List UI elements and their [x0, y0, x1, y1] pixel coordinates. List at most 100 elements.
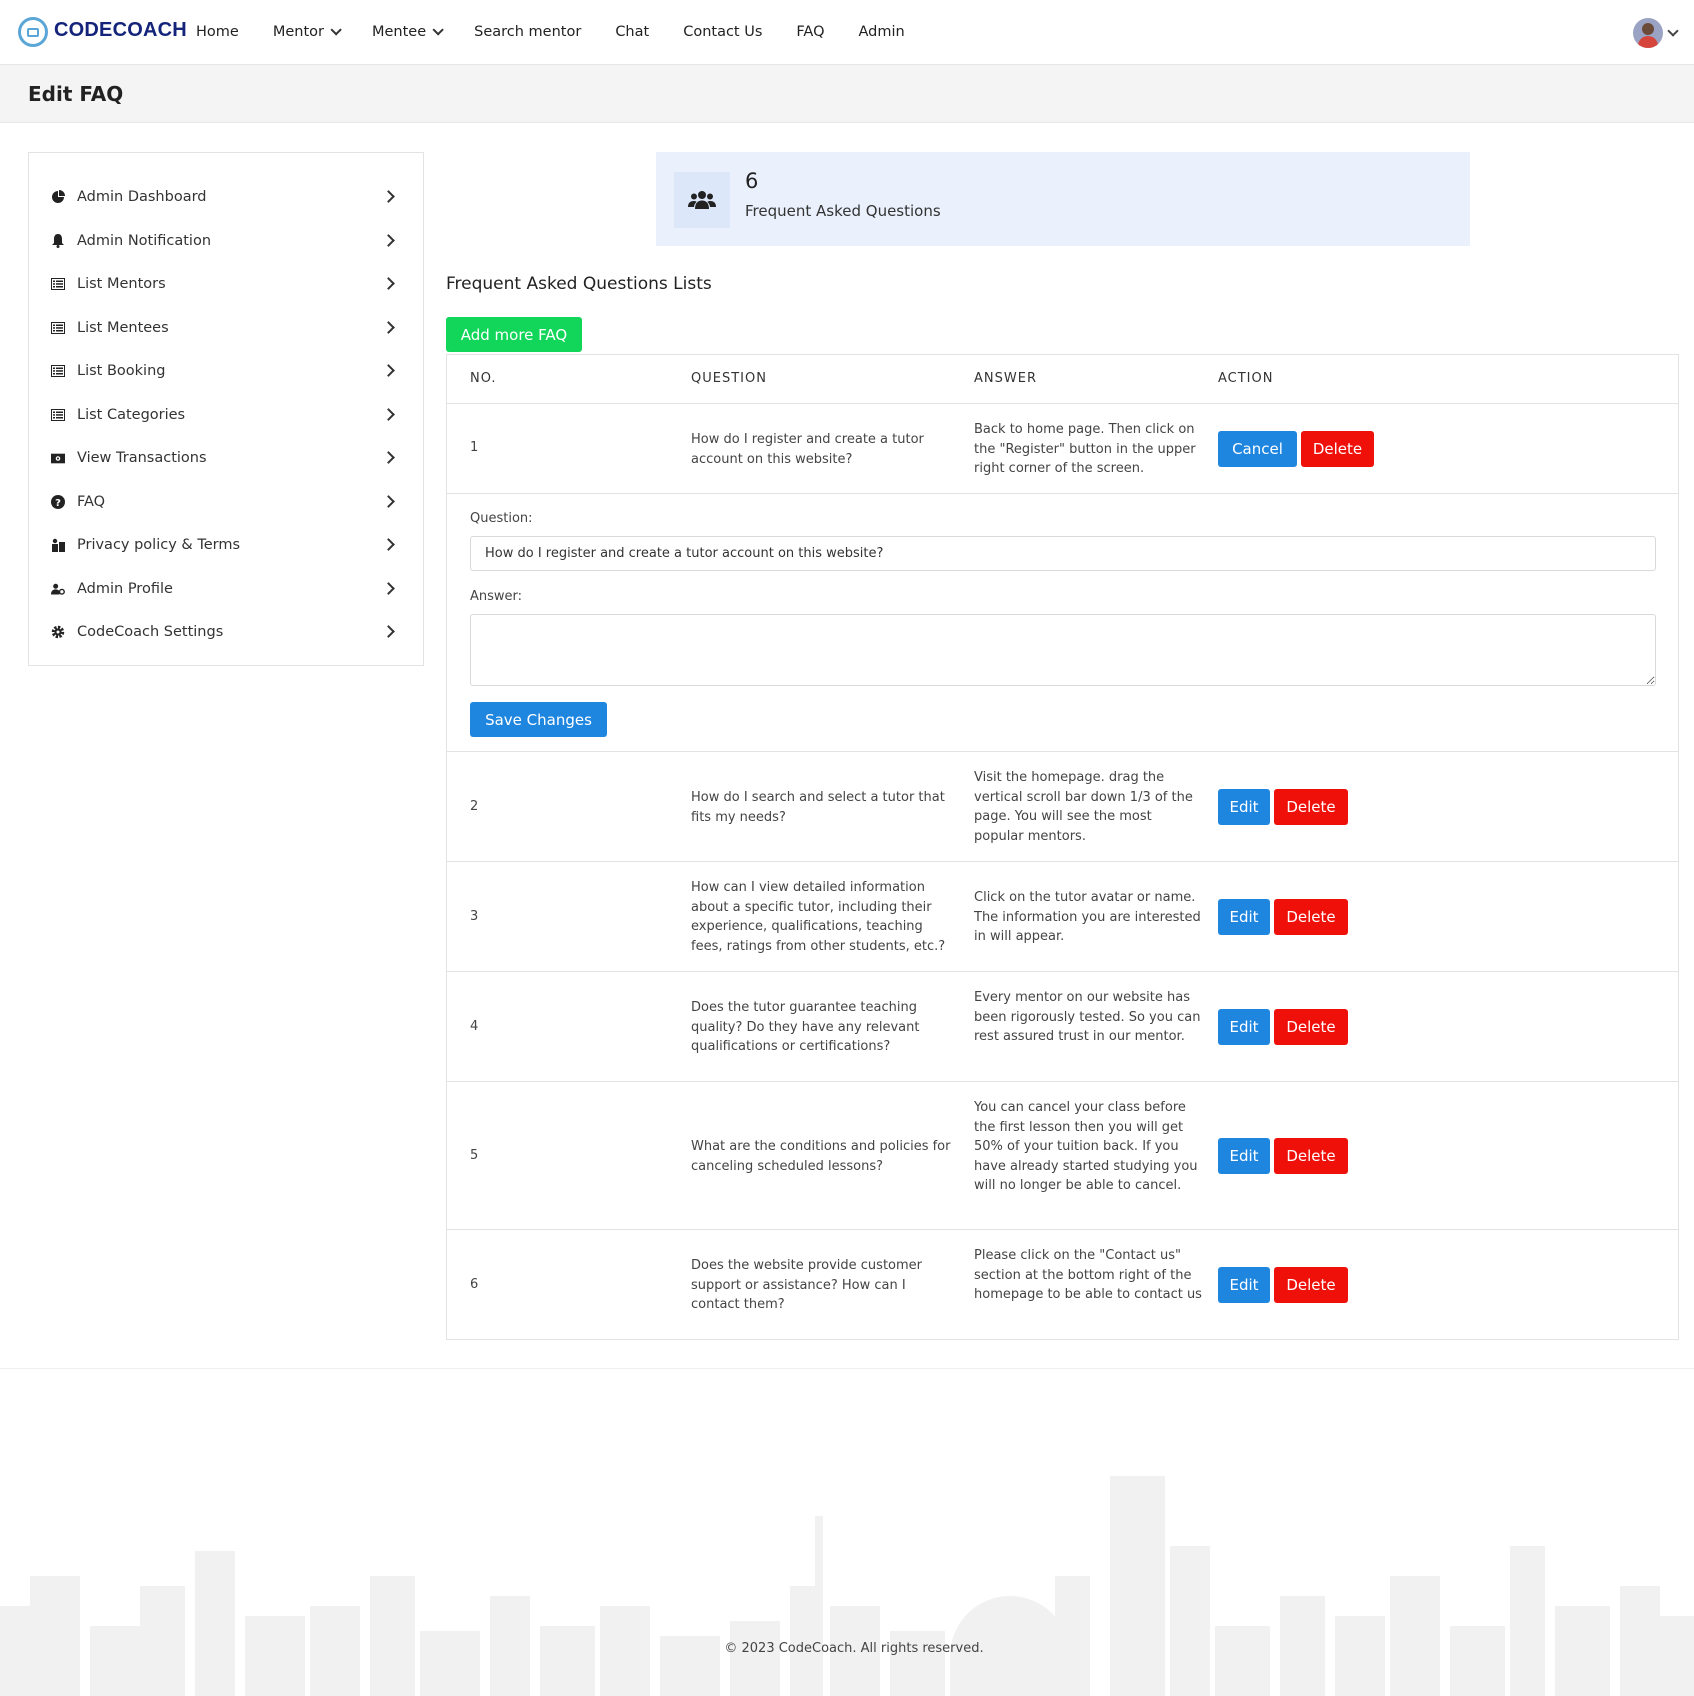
row-question: Does the website provide customer suppor… — [691, 1258, 922, 1313]
delete-button[interactable]: Delete — [1274, 1138, 1348, 1174]
sidebar-item-label: CodeCoach Settings — [77, 624, 224, 640]
nav-home[interactable]: Home — [196, 22, 239, 42]
nav-contact-us[interactable]: Contact Us — [683, 22, 762, 42]
list-icon — [51, 408, 65, 422]
table-row: 3 How can I view detailed information ab… — [447, 862, 1678, 972]
nav-faq-label: FAQ — [796, 24, 825, 40]
sidebar-item-codecoach-settings[interactable]: CodeCoach Settings — [51, 620, 403, 644]
sidebar-item-list-categories[interactable]: List Categories — [51, 403, 403, 427]
sidebar-item-list-booking[interactable]: List Booking — [51, 359, 403, 383]
sidebar-item-label: List Categories — [77, 407, 186, 423]
answer-textarea[interactable] — [470, 614, 1656, 686]
faq-count: 6 — [745, 169, 759, 193]
row-number: 2 — [470, 799, 479, 814]
table-row: 6 Does the website provide customer supp… — [447, 1230, 1678, 1340]
sidebar-item-view-transactions[interactable]: View Transactions — [51, 446, 403, 470]
question-label: Question: — [470, 511, 533, 526]
row-answer: Please click on the "Contact us" section… — [974, 1248, 1202, 1303]
sidebar-item-faq[interactable]: ? FAQ — [51, 490, 403, 514]
nav-mentee-dropdown[interactable]: Mentee — [372, 22, 444, 42]
edit-button[interactable]: Edit — [1218, 1138, 1270, 1174]
table-row: 5 What are the conditions and policies f… — [447, 1082, 1678, 1230]
chevron-down-icon[interactable] — [1667, 25, 1679, 37]
chevron-right-icon — [382, 234, 395, 247]
nav-faq[interactable]: FAQ — [796, 22, 824, 42]
user-avatar[interactable] — [1633, 18, 1663, 48]
nav-contact-us-label: Contact Us — [683, 24, 763, 40]
nav-admin-label: Admin — [858, 24, 905, 40]
cancel-button[interactable]: Cancel — [1218, 431, 1297, 467]
edit-button[interactable]: Edit — [1218, 1009, 1270, 1045]
sidebar-item-list-mentees[interactable]: List Mentees — [51, 316, 403, 340]
add-faq-button[interactable]: Add more FAQ — [446, 317, 582, 352]
edit-faq-form: Question: Answer: Save Changes — [447, 494, 1678, 752]
chevron-right-icon — [382, 321, 395, 334]
question-input[interactable] — [470, 536, 1656, 571]
faq-table: NO. QUESTION ANSWER ACTION 1 How do I re… — [446, 354, 1679, 1340]
sidebar-item-label: FAQ — [77, 494, 106, 510]
person-board-icon — [51, 538, 65, 552]
nav-chat[interactable]: Chat — [615, 22, 649, 42]
nav-mentor-label: Mentor — [272, 24, 324, 40]
nav-search-mentor-label: Search mentor — [474, 24, 582, 40]
chevron-right-icon — [382, 408, 395, 421]
row-number: 3 — [470, 909, 479, 924]
sidebar-item-privacy-policy[interactable]: Privacy policy & Terms — [51, 533, 403, 557]
row-answer: You can cancel your class before the fir… — [974, 1100, 1198, 1194]
sidebar-item-label: View Transactions — [77, 450, 207, 466]
users-icon — [674, 172, 730, 228]
city-skyline-illustration — [0, 1476, 1694, 1696]
faq-count-label: Frequent Asked Questions — [745, 202, 941, 220]
admin-sidebar: Admin Dashboard Admin Notification List … — [28, 152, 424, 666]
row-answer: Visit the homepage. drag the vertical sc… — [974, 770, 1193, 844]
delete-button[interactable]: Delete — [1274, 789, 1348, 825]
delete-button[interactable]: Delete — [1301, 431, 1374, 467]
delete-button[interactable]: Delete — [1274, 899, 1348, 935]
sidebar-item-label: Admin Dashboard — [77, 189, 207, 205]
sidebar-item-label: List Booking — [77, 363, 166, 379]
row-number: 5 — [470, 1148, 479, 1163]
codecoach-logo[interactable]: CODECOACH — [18, 17, 187, 47]
sidebar-item-list-mentors[interactable]: List Mentors — [51, 272, 403, 296]
delete-button[interactable]: Delete — [1274, 1009, 1348, 1045]
list-icon — [51, 277, 65, 291]
edit-button[interactable]: Edit — [1218, 899, 1270, 935]
edit-button[interactable]: Edit — [1218, 1267, 1270, 1303]
column-header-no: NO. — [470, 371, 497, 386]
logo-icon — [18, 17, 48, 47]
page-title-bar: Edit FAQ — [0, 65, 1694, 123]
list-icon — [51, 321, 65, 335]
nav-mentor-dropdown[interactable]: Mentor — [272, 22, 342, 42]
column-header-question: QUESTION — [691, 371, 767, 386]
row-answer: Click on the tutor avatar or name. The i… — [974, 890, 1201, 945]
sidebar-item-label: Privacy policy & Terms — [77, 537, 241, 553]
pie-chart-icon — [51, 190, 65, 204]
chevron-right-icon — [382, 451, 395, 464]
edit-button[interactable]: Edit — [1218, 789, 1270, 825]
row-answer: Back to home page. Then click on the "Re… — [974, 422, 1196, 477]
chevron-down-icon — [432, 24, 444, 36]
nav-admin[interactable]: Admin — [859, 22, 905, 42]
row-number: 1 — [470, 440, 479, 455]
bell-icon — [51, 234, 65, 248]
table-row: 2 How do I search and select a tutor tha… — [447, 752, 1678, 862]
user-gear-icon — [51, 582, 65, 596]
save-changes-button[interactable]: Save Changes — [470, 702, 607, 737]
nav-chat-label: Chat — [615, 24, 650, 40]
row-answer: Every mentor on our website has been rig… — [974, 990, 1201, 1045]
chevron-down-icon — [330, 24, 342, 36]
nav-search-mentor[interactable]: Search mentor — [474, 22, 581, 42]
row-question: What are the conditions and policies for… — [691, 1139, 951, 1174]
sidebar-item-admin-notification[interactable]: Admin Notification — [51, 229, 403, 253]
column-header-answer: ANSWER — [974, 371, 1037, 386]
answer-label: Answer: — [470, 589, 523, 604]
brand-name: CODECOACH — [54, 19, 187, 41]
nav-home-label: Home — [196, 24, 239, 40]
delete-button[interactable]: Delete — [1274, 1267, 1348, 1303]
money-icon — [51, 451, 65, 465]
page-title: Edit FAQ — [28, 82, 124, 106]
sidebar-item-admin-profile[interactable]: Admin Profile — [51, 577, 403, 601]
sidebar-item-admin-dashboard[interactable]: Admin Dashboard — [51, 185, 403, 209]
sidebar-item-label: List Mentees — [77, 320, 169, 336]
top-navbar: CODECOACH Home Mentor Mentee Search ment… — [0, 0, 1694, 65]
